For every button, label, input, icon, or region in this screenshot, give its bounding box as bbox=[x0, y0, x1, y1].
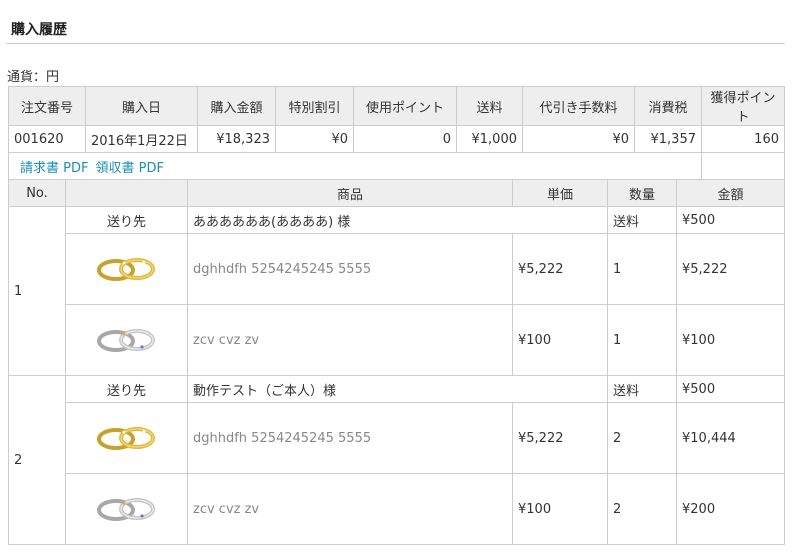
items-header-cell: 商品 bbox=[187, 179, 513, 207]
product-image[interactable] bbox=[65, 402, 188, 474]
currency-label: 通貨：円 bbox=[7, 70, 60, 85]
order-header-cell: 購入金額 bbox=[197, 86, 276, 126]
recipient-name: ああああああ(ああああ) 様 bbox=[187, 206, 608, 234]
line-amount: ¥10,444 bbox=[676, 402, 785, 474]
product-name[interactable]: zcv cvz zv bbox=[187, 473, 513, 545]
gold-rings-icon bbox=[96, 427, 155, 450]
ship-to-label: 送り先 bbox=[65, 375, 188, 403]
page-title: 購入履歴 bbox=[11, 22, 67, 38]
invoice-pdf-link[interactable]: 請求書 PDF bbox=[20, 161, 88, 176]
product-name[interactable]: dghhdfh 5254245245 5555 bbox=[187, 402, 513, 474]
silver-rings-icon bbox=[96, 329, 155, 352]
order-header-cell: 獲得ポイント bbox=[701, 86, 785, 126]
product-image[interactable] bbox=[65, 233, 188, 305]
product-image[interactable] bbox=[65, 304, 188, 376]
items-header-row: No. 商品 単価 数量 金額 bbox=[8, 179, 785, 207]
order-header-cell: 使用ポイント bbox=[353, 86, 457, 126]
unit-price: ¥100 bbox=[512, 304, 608, 376]
shipping-fee: ¥500 bbox=[676, 206, 785, 234]
line-amount: ¥100 bbox=[676, 304, 785, 376]
quantity: 1 bbox=[607, 304, 677, 376]
order-value-row: 001620 2016年1月22日 ¥18,323 ¥0 0 ¥1,000 ¥0… bbox=[8, 125, 785, 153]
order-header-cell: 特別割引 bbox=[275, 86, 354, 126]
order-discount: ¥0 bbox=[275, 125, 354, 153]
empty-cell bbox=[701, 152, 785, 180]
table-row: dghhdfh 5254245245 5555 ¥5,222 1 ¥5,222 bbox=[9, 233, 785, 305]
order-total: ¥18,323 bbox=[197, 125, 276, 153]
title-divider bbox=[6, 43, 785, 44]
product-name[interactable]: dghhdfh 5254245245 5555 bbox=[187, 233, 513, 305]
unit-price: ¥100 bbox=[512, 473, 608, 545]
shipping-fee-label: 送料 bbox=[607, 375, 677, 403]
order-items-table: No. 商品 単価 数量 金額 1 送り先 ああああああ(ああああ) 様 送料 … bbox=[8, 179, 785, 545]
order-header-row: 注文番号 購入日 購入金額 特別割引 使用ポイント 送料 代引き手数料 消費税 … bbox=[8, 86, 785, 126]
shipping-fee-label: 送料 bbox=[607, 206, 677, 234]
order-shipping: ¥1,000 bbox=[456, 125, 523, 153]
items-header-cell: No. bbox=[8, 179, 66, 207]
items-header-cell bbox=[65, 179, 188, 207]
unit-price: ¥5,222 bbox=[512, 233, 608, 305]
shipping-row: 1 送り先 ああああああ(ああああ) 様 送料 ¥500 bbox=[8, 206, 785, 376]
recipient-name: 動作テスト（ご本人）様 bbox=[187, 375, 608, 403]
quantity: 2 bbox=[607, 473, 677, 545]
pdf-links: 請求書 PDF 領収書 PDF bbox=[8, 152, 702, 180]
items-header-cell: 単価 bbox=[512, 179, 608, 207]
order-links-row: 請求書 PDF 領収書 PDF bbox=[8, 152, 785, 180]
gold-rings-icon bbox=[96, 258, 155, 281]
order-tax: ¥1,357 bbox=[634, 125, 702, 153]
order-summary-table: 注文番号 購入日 購入金額 特別割引 使用ポイント 送料 代引き手数料 消費税 … bbox=[8, 86, 785, 180]
quantity: 1 bbox=[607, 233, 677, 305]
ship-to-label: 送り先 bbox=[65, 206, 188, 234]
order-points-earned: 160 bbox=[701, 125, 785, 153]
table-row: zcv cvz zv ¥100 1 ¥100 bbox=[9, 304, 785, 376]
product-name[interactable]: zcv cvz zv bbox=[187, 304, 513, 376]
quantity: 2 bbox=[607, 402, 677, 474]
receipt-pdf-link[interactable]: 領収書 PDF bbox=[95, 161, 163, 176]
order-points-used: 0 bbox=[353, 125, 457, 153]
unit-price: ¥5,222 bbox=[512, 402, 608, 474]
group-number: 1 bbox=[8, 206, 66, 376]
product-image[interactable] bbox=[65, 473, 188, 545]
line-amount: ¥5,222 bbox=[676, 233, 785, 305]
table-row: dghhdfh 5254245245 5555 ¥5,222 2 ¥10,444 bbox=[9, 402, 785, 474]
table-row: zcv cvz zv ¥100 2 ¥200 bbox=[9, 473, 785, 545]
silver-rings-icon bbox=[96, 498, 155, 521]
order-date: 2016年1月22日 bbox=[85, 125, 198, 153]
shipping-row: 2 送り先 動作テスト（ご本人）様 送料 ¥500 bbox=[8, 375, 785, 545]
order-header-cell: 消費税 bbox=[634, 86, 702, 126]
order-number: 001620 bbox=[8, 125, 86, 153]
line-amount: ¥200 bbox=[676, 473, 785, 545]
order-header-cell: 送料 bbox=[456, 86, 523, 126]
items-header-cell: 数量 bbox=[607, 179, 677, 207]
order-header-cell: 代引き手数料 bbox=[522, 86, 635, 126]
shipping-fee: ¥500 bbox=[676, 375, 785, 403]
order-cod-fee: ¥0 bbox=[522, 125, 635, 153]
group-number: 2 bbox=[8, 375, 66, 545]
order-header-cell: 購入日 bbox=[85, 86, 198, 126]
order-header-cell: 注文番号 bbox=[8, 86, 86, 126]
items-header-cell: 金額 bbox=[676, 179, 785, 207]
